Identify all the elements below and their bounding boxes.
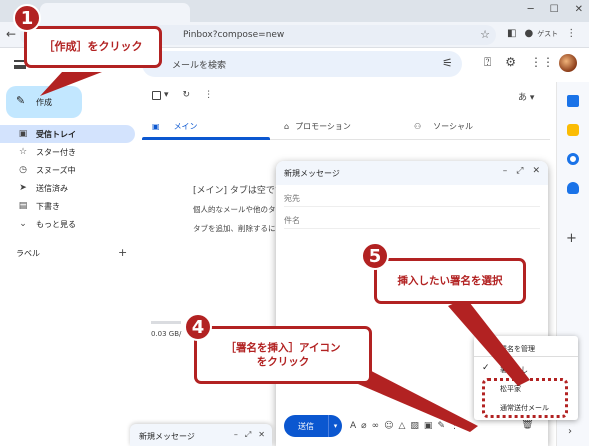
step4-text: をクリック: [256, 356, 310, 368]
step5-badge: 5: [361, 242, 389, 270]
step5-callout: 挿入したい署名を選択: [374, 258, 526, 304]
step4-callout: ［署名を挿入］アイコン をクリック: [194, 326, 372, 384]
arrow-step1: [40, 72, 102, 96]
signature-highlight: [482, 378, 568, 418]
step1-callout: ［作成］をクリック: [24, 26, 162, 68]
step4-badge: 4: [184, 313, 212, 341]
step1-badge: 1: [13, 4, 41, 32]
arrow-step5: [448, 298, 530, 386]
step1-text: ［作成］をクリック: [43, 39, 143, 53]
step5-text: 挿入したい署名を選択: [397, 274, 503, 287]
step4-text: ［署名を挿入］アイコン: [225, 341, 341, 354]
